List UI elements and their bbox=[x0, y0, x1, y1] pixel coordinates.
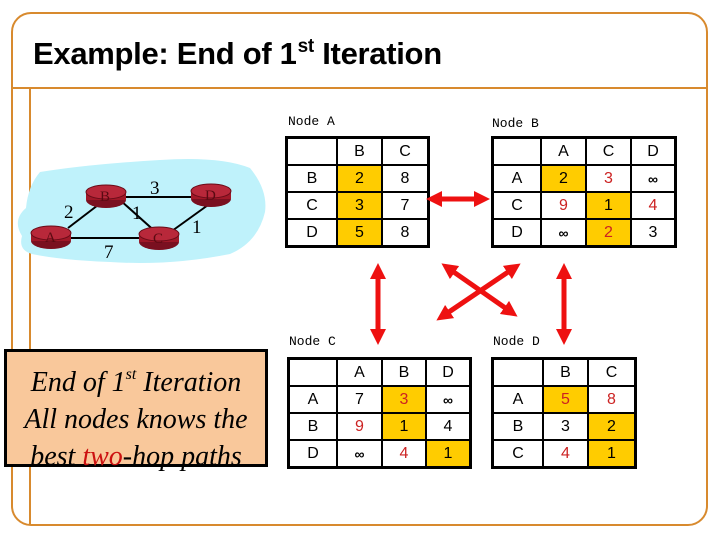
summary-callout: End of 1st Iteration All nodes knows the… bbox=[4, 349, 268, 472]
callout-line-2: All nodes knows the bbox=[24, 404, 248, 435]
callout-line-1: End of 1st Iteration bbox=[7, 356, 265, 401]
callout-line-1-text: End of 1 bbox=[30, 367, 126, 398]
callout-line-3-pre: best bbox=[30, 441, 83, 472]
callout-line-3: best two-hop paths bbox=[7, 438, 265, 475]
callout-line-3-post: -hop paths bbox=[122, 441, 242, 472]
callout-line-1-rest: Iteration bbox=[136, 367, 242, 398]
callout-emphasis: two bbox=[82, 441, 123, 472]
callout-superscript: st bbox=[125, 366, 137, 383]
